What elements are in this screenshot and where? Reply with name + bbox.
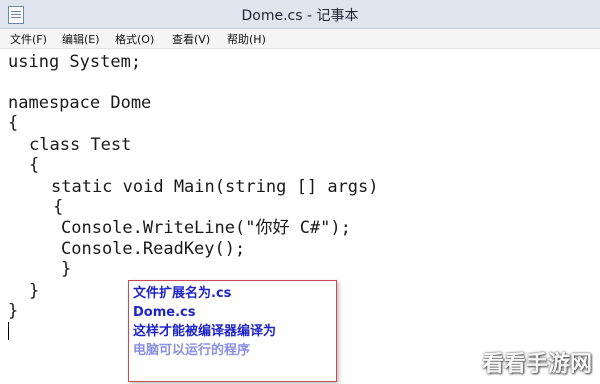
menu-file[interactable]: 文件(F) <box>8 31 49 47</box>
code-line: using System; <box>8 52 142 72</box>
code-line: } <box>8 301 19 321</box>
code-line: } <box>61 259 72 279</box>
title-bar: Dome.cs - 记事本 <box>0 0 600 29</box>
code-line: } <box>29 281 40 301</box>
text-cursor <box>8 322 9 340</box>
code-line: namespace Dome <box>8 93 152 113</box>
window-title: Dome.cs - 记事本 <box>241 8 359 24</box>
callout-line: Dome.cs <box>133 305 196 320</box>
code-line: Console.ReadKey(); <box>61 239 246 259</box>
code-line: static void Main(string [] args) <box>51 177 379 197</box>
menu-help[interactable]: 帮助(H) <box>225 31 268 47</box>
callout-line: 这样才能被编译器编译为 <box>133 324 277 339</box>
callout-line: 文件扩展名为.cs <box>133 286 232 301</box>
callout-line: 电脑可以运行的程序 <box>133 343 251 358</box>
code-line: { <box>29 155 40 175</box>
code-line: { <box>53 197 64 217</box>
menu-bar: 文件(F) 编辑(E) 格式(O) 查看(V) 帮助(H) <box>0 29 600 49</box>
menu-view[interactable]: 查看(V) <box>170 31 212 47</box>
code-line: { <box>8 113 19 133</box>
menu-edit[interactable]: 编辑(E) <box>60 31 102 47</box>
code-line: class Test <box>29 135 132 155</box>
code-line: Console.WriteLine("你好 C#"); <box>61 218 351 238</box>
menu-format[interactable]: 格式(O) <box>113 31 156 47</box>
annotation-callout: 文件扩展名为.cs Dome.cs 这样才能被编译器编译为 电脑可以运行的程序 <box>128 280 337 382</box>
watermark-logo: 看看手游网 <box>481 352 592 377</box>
